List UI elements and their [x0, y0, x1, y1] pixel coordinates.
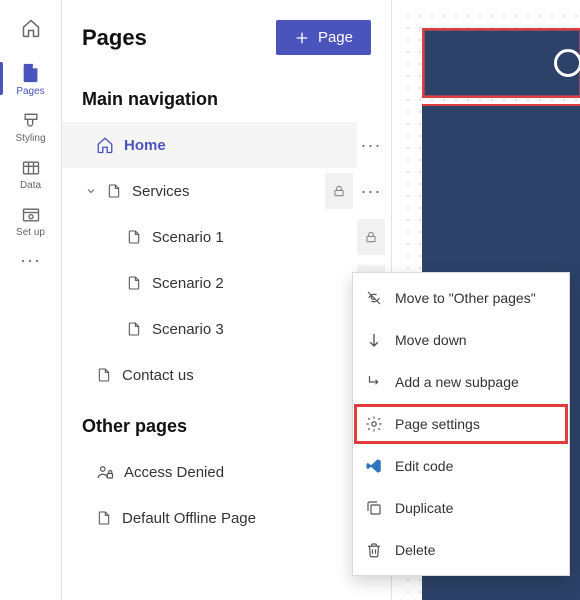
- sidebar-title: Pages: [82, 25, 147, 51]
- tree-item-contact[interactable]: Contact us: [62, 352, 391, 398]
- rail-home-button[interactable]: [11, 8, 51, 48]
- ctx-duplicate[interactable]: Duplicate: [353, 487, 569, 529]
- rail-label: Styling: [15, 133, 45, 144]
- tree-item-scenario2[interactable]: Scenario 2: [62, 260, 391, 306]
- tree-item-scenario1[interactable]: Scenario 1: [62, 214, 391, 260]
- page-icon: [96, 510, 112, 526]
- tree-label: Contact us: [122, 367, 194, 384]
- tree-more-button[interactable]: ···: [357, 177, 385, 205]
- other-pages-heading: Other pages: [62, 398, 391, 449]
- rail-label: Set up: [16, 227, 45, 238]
- trash-icon: [365, 541, 383, 559]
- rail-item-styling[interactable]: Styling: [0, 103, 62, 150]
- tree-item-access-denied[interactable]: Access Denied: [62, 449, 391, 495]
- ctx-label: Duplicate: [395, 500, 453, 516]
- tree-label: Access Denied: [124, 464, 224, 481]
- tree-more-button[interactable]: ···: [357, 131, 385, 159]
- sidebar-header: Pages Page: [62, 0, 391, 71]
- ctx-move-down[interactable]: Move down: [353, 319, 569, 361]
- tree-label: Scenario 2: [152, 275, 224, 292]
- preview-header-block[interactable]: [422, 28, 580, 98]
- ctx-delete[interactable]: Delete: [353, 529, 569, 571]
- ctx-label: Add a new subpage: [395, 374, 519, 390]
- person-lock-icon: [96, 463, 114, 481]
- rail-item-setup[interactable]: Set up: [0, 197, 62, 244]
- vscode-icon: [365, 457, 383, 475]
- brush-icon: [21, 111, 41, 131]
- page-icon: [126, 229, 142, 245]
- rail-item-data[interactable]: Data: [0, 150, 62, 197]
- chevron-down-icon[interactable]: [82, 182, 100, 200]
- rail-item-pages[interactable]: Pages: [0, 54, 62, 103]
- context-menu: Move to "Other pages" Move down Add a ne…: [352, 272, 570, 576]
- ctx-label: Delete: [395, 542, 435, 558]
- page-icon: [96, 367, 112, 383]
- tree-item-scenario3[interactable]: Scenario 3: [62, 306, 391, 352]
- ctx-label: Move down: [395, 332, 467, 348]
- ctx-edit-code[interactable]: Edit code: [353, 445, 569, 487]
- lock-icon: [357, 219, 385, 255]
- tree-label: Scenario 1: [152, 229, 224, 246]
- plus-icon: [294, 30, 310, 46]
- tree-label: Default Offline Page: [122, 510, 256, 527]
- page-icon: [106, 183, 122, 199]
- page-icon: [126, 321, 142, 337]
- pages-panel: Pages Page Main navigation Home ···: [62, 0, 392, 600]
- tree-item-home[interactable]: Home ···: [62, 122, 391, 168]
- new-page-label: Page: [318, 29, 353, 46]
- tree-label: Scenario 3: [152, 321, 224, 338]
- ctx-add-subpage[interactable]: Add a new subpage: [353, 361, 569, 403]
- rail-label: Pages: [16, 86, 44, 97]
- grid-icon: [21, 158, 41, 178]
- main-nav-heading: Main navigation: [62, 71, 391, 122]
- ellipsis-icon: ···: [20, 250, 41, 270]
- tree-label: Services: [132, 183, 190, 200]
- gear-icon: [365, 415, 383, 433]
- tree-label: Home: [124, 137, 166, 154]
- page-icon: [126, 275, 142, 291]
- home-icon: [96, 136, 114, 154]
- arrow-down-icon: [365, 331, 383, 349]
- ctx-label: Page settings: [395, 416, 480, 432]
- ctx-label: Move to "Other pages": [395, 290, 536, 306]
- ctx-label: Edit code: [395, 458, 453, 474]
- preview-circle-icon: [554, 49, 580, 77]
- lock-icon: [325, 173, 353, 209]
- duplicate-icon: [365, 499, 383, 517]
- rail-more-button[interactable]: ···: [20, 250, 41, 271]
- tree-item-default-offline[interactable]: Default Offline Page: [62, 495, 391, 541]
- eye-off-icon: [365, 289, 383, 307]
- setup-icon: [21, 205, 41, 225]
- subpage-icon: [365, 373, 383, 391]
- page-icon: [20, 62, 42, 84]
- home-icon: [21, 18, 41, 38]
- rail-label: Data: [20, 180, 41, 191]
- ctx-move-to-other[interactable]: Move to "Other pages": [353, 277, 569, 319]
- left-rail: Pages Styling Data Set up ···: [0, 0, 62, 600]
- tree-item-services[interactable]: Services ···: [62, 168, 391, 214]
- new-page-button[interactable]: Page: [276, 20, 371, 55]
- ctx-page-settings[interactable]: Page settings: [353, 403, 569, 445]
